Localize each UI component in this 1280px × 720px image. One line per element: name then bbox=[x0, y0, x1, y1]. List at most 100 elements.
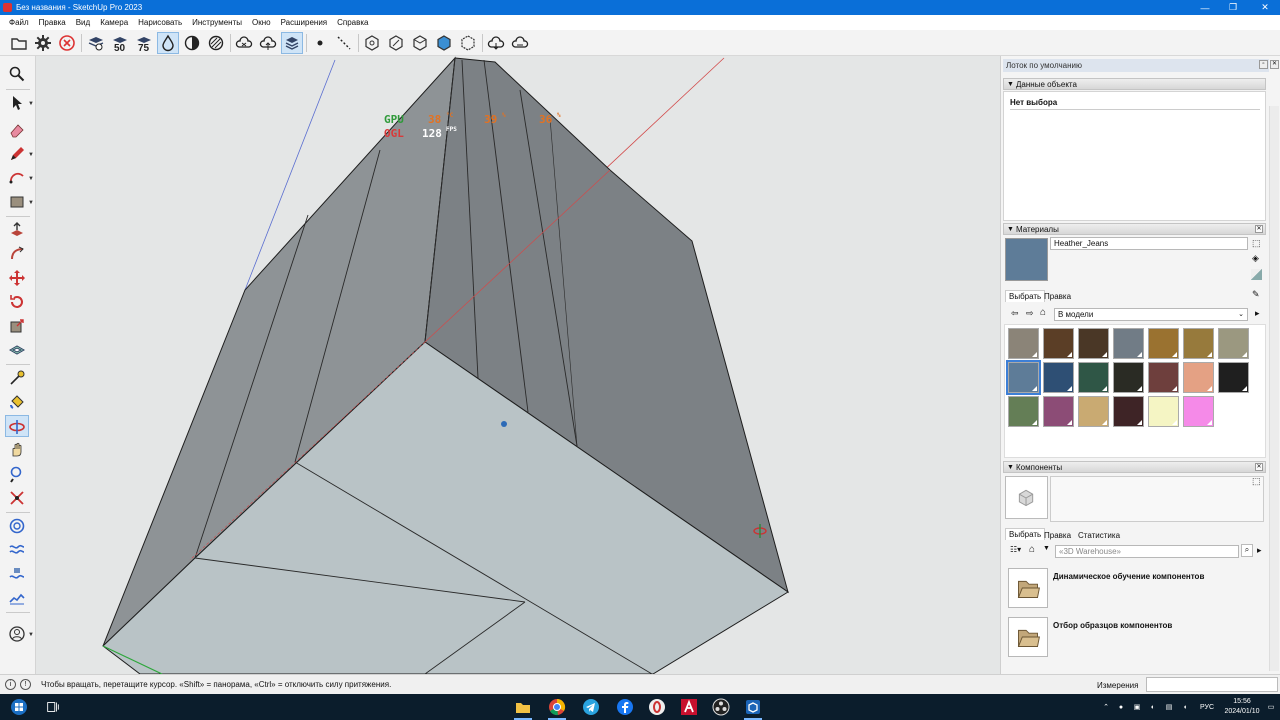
material-swatch[interactable] bbox=[1043, 328, 1074, 359]
tray-app-3-icon[interactable]: ◐ bbox=[1146, 694, 1160, 720]
material-swatch[interactable] bbox=[1008, 328, 1039, 359]
offset-icon[interactable] bbox=[5, 339, 29, 361]
menu-tools[interactable]: Инструменты bbox=[187, 18, 247, 27]
move-cross-icon[interactable] bbox=[5, 267, 29, 289]
detail-50-icon[interactable]: 50 bbox=[109, 32, 131, 54]
tray-close-button[interactable]: ✕ bbox=[1270, 60, 1279, 69]
material-name-field[interactable]: Heather_Jeans bbox=[1050, 237, 1248, 250]
warehouse-layers-icon[interactable] bbox=[281, 32, 303, 54]
material-swatch[interactable] bbox=[1113, 362, 1144, 393]
material-swatch[interactable] bbox=[1043, 362, 1074, 393]
material-collection-select[interactable]: В модели ⌄ bbox=[1054, 308, 1248, 321]
hatch-circle-icon[interactable] bbox=[205, 32, 227, 54]
paint-bucket-icon[interactable] bbox=[5, 391, 29, 413]
entity-info-header[interactable]: ▼ Данные объекта bbox=[1003, 78, 1266, 90]
zoom-tool-icon[interactable] bbox=[5, 463, 29, 485]
orbit-icon[interactable] bbox=[5, 415, 29, 437]
open-folder-icon[interactable] bbox=[8, 32, 30, 54]
cloud-download-icon[interactable] bbox=[485, 32, 507, 54]
history-dropdown-icon[interactable]: ▼ bbox=[1043, 545, 1050, 552]
user-account-icon[interactable]: ▼ bbox=[5, 623, 34, 645]
material-swatch[interactable] bbox=[1183, 396, 1214, 427]
component-details-icon[interactable]: ⬚ bbox=[1252, 476, 1261, 487]
obs-icon[interactable] bbox=[706, 694, 736, 720]
facebook-icon[interactable] bbox=[610, 694, 640, 720]
sample-paint-icon[interactable] bbox=[1251, 269, 1262, 280]
material-swatch[interactable] bbox=[1148, 328, 1179, 359]
dashed-line-icon[interactable] bbox=[333, 32, 355, 54]
menu-view[interactable]: Вид bbox=[71, 18, 95, 27]
pencil-line-icon[interactable]: ▼ bbox=[5, 143, 34, 165]
back-arrow-icon[interactable]: ⇦ bbox=[1011, 308, 1019, 319]
task-view-icon[interactable] bbox=[38, 694, 68, 720]
create-material-icon[interactable]: ⬚ bbox=[1252, 238, 1261, 249]
forward-arrow-icon[interactable]: ⇨ bbox=[1026, 308, 1034, 319]
tray-app-1-icon[interactable]: ● bbox=[1114, 694, 1128, 720]
menu-edit[interactable]: Правка bbox=[34, 18, 71, 27]
components-close-icon[interactable]: ✕ bbox=[1255, 463, 1263, 471]
details-arrow-icon[interactable]: ▸ bbox=[1255, 308, 1260, 319]
materials-header[interactable]: ▼ Материалы ✕ bbox=[1003, 223, 1266, 235]
measurements-input[interactable] bbox=[1146, 677, 1278, 692]
home-icon[interactable]: ⌂ bbox=[1040, 307, 1046, 318]
rotate-icon[interactable] bbox=[5, 291, 29, 313]
close-window-button[interactable]: ✕ bbox=[1250, 0, 1280, 15]
chrome-icon[interactable] bbox=[542, 694, 572, 720]
components-home-icon[interactable]: ⌂ bbox=[1029, 544, 1035, 555]
3d-box-model[interactable] bbox=[36, 56, 1000, 674]
menu-help[interactable]: Справка bbox=[332, 18, 373, 27]
material-swatch[interactable] bbox=[1148, 396, 1179, 427]
component-list-item[interactable]: Отбор образцов компонентов bbox=[1006, 617, 1261, 661]
cancel-circle-icon[interactable] bbox=[56, 32, 78, 54]
material-preview-swatch[interactable] bbox=[1005, 238, 1048, 281]
tape-measure-icon[interactable] bbox=[5, 367, 29, 389]
volume-icon[interactable]: ◖ bbox=[1178, 694, 1192, 720]
telegram-icon[interactable] bbox=[576, 694, 606, 720]
language-indicator[interactable]: РУС bbox=[1194, 694, 1220, 720]
network-icon[interactable]: ▤ bbox=[1162, 694, 1176, 720]
taskbar-clock[interactable]: 15:56 2024/01/10 bbox=[1222, 697, 1262, 717]
paint-default-icon[interactable]: ◈ bbox=[1252, 253, 1259, 264]
cloud-upload-icon[interactable] bbox=[257, 32, 279, 54]
tray-overflow-icon[interactable]: ⌃ bbox=[1100, 694, 1112, 720]
autocad-icon[interactable] bbox=[674, 694, 704, 720]
material-swatch[interactable] bbox=[1183, 362, 1214, 393]
material-swatch[interactable] bbox=[1078, 396, 1109, 427]
scale-icon[interactable] bbox=[5, 315, 29, 337]
tray-scrollbar[interactable] bbox=[1269, 106, 1279, 671]
menu-window[interactable]: Окно bbox=[247, 18, 276, 27]
material-swatch[interactable] bbox=[1218, 328, 1249, 359]
eyedropper-icon[interactable]: ✎ bbox=[1252, 289, 1260, 300]
sandbox-drape-icon[interactable] bbox=[5, 587, 29, 609]
file-explorer-icon[interactable] bbox=[508, 694, 538, 720]
zoom-extents-icon[interactable] bbox=[5, 487, 29, 509]
std-view-top-icon[interactable] bbox=[385, 32, 407, 54]
sandbox-stamp-icon[interactable] bbox=[5, 563, 29, 585]
geo-location-icon[interactable]: i bbox=[5, 679, 16, 690]
detail-75-icon[interactable]: 75 bbox=[133, 32, 155, 54]
components-search-input[interactable]: «3D Warehouse» bbox=[1055, 545, 1239, 558]
tray-pin-button[interactable]: ▫ bbox=[1259, 60, 1268, 69]
zoom-magnifier-icon[interactable] bbox=[5, 63, 29, 85]
menu-camera[interactable]: Камера bbox=[95, 18, 133, 27]
push-pull-icon[interactable] bbox=[5, 219, 29, 241]
materials-tab-edit[interactable]: Правка bbox=[1041, 291, 1074, 303]
eraser-icon[interactable] bbox=[5, 119, 29, 141]
components-tab-select[interactable]: Выбрать bbox=[1005, 528, 1046, 540]
view-options-icon[interactable]: ☷▾ bbox=[1010, 545, 1021, 554]
drop-outline-icon[interactable] bbox=[157, 32, 179, 54]
cloud-share-icon[interactable] bbox=[509, 32, 531, 54]
components-tab-edit[interactable]: Правка bbox=[1041, 530, 1074, 542]
material-swatch[interactable] bbox=[1218, 362, 1249, 393]
section-plane-icon[interactable] bbox=[5, 515, 29, 537]
menu-extensions[interactable]: Расширения bbox=[276, 18, 333, 27]
material-swatch[interactable] bbox=[1078, 362, 1109, 393]
tray-app-2-icon[interactable]: ▣ bbox=[1130, 694, 1144, 720]
std-view-right-icon[interactable] bbox=[433, 32, 455, 54]
modeling-viewport[interactable]: GPU 38 °C 39 % 36 % OGL 128 FPS bbox=[36, 56, 1000, 674]
windows-start-icon[interactable] bbox=[4, 694, 34, 720]
point-icon[interactable] bbox=[309, 32, 331, 54]
half-circle-icon[interactable] bbox=[181, 32, 203, 54]
follow-me-icon[interactable] bbox=[5, 243, 29, 265]
arc-icon[interactable]: ▼ bbox=[5, 167, 34, 189]
